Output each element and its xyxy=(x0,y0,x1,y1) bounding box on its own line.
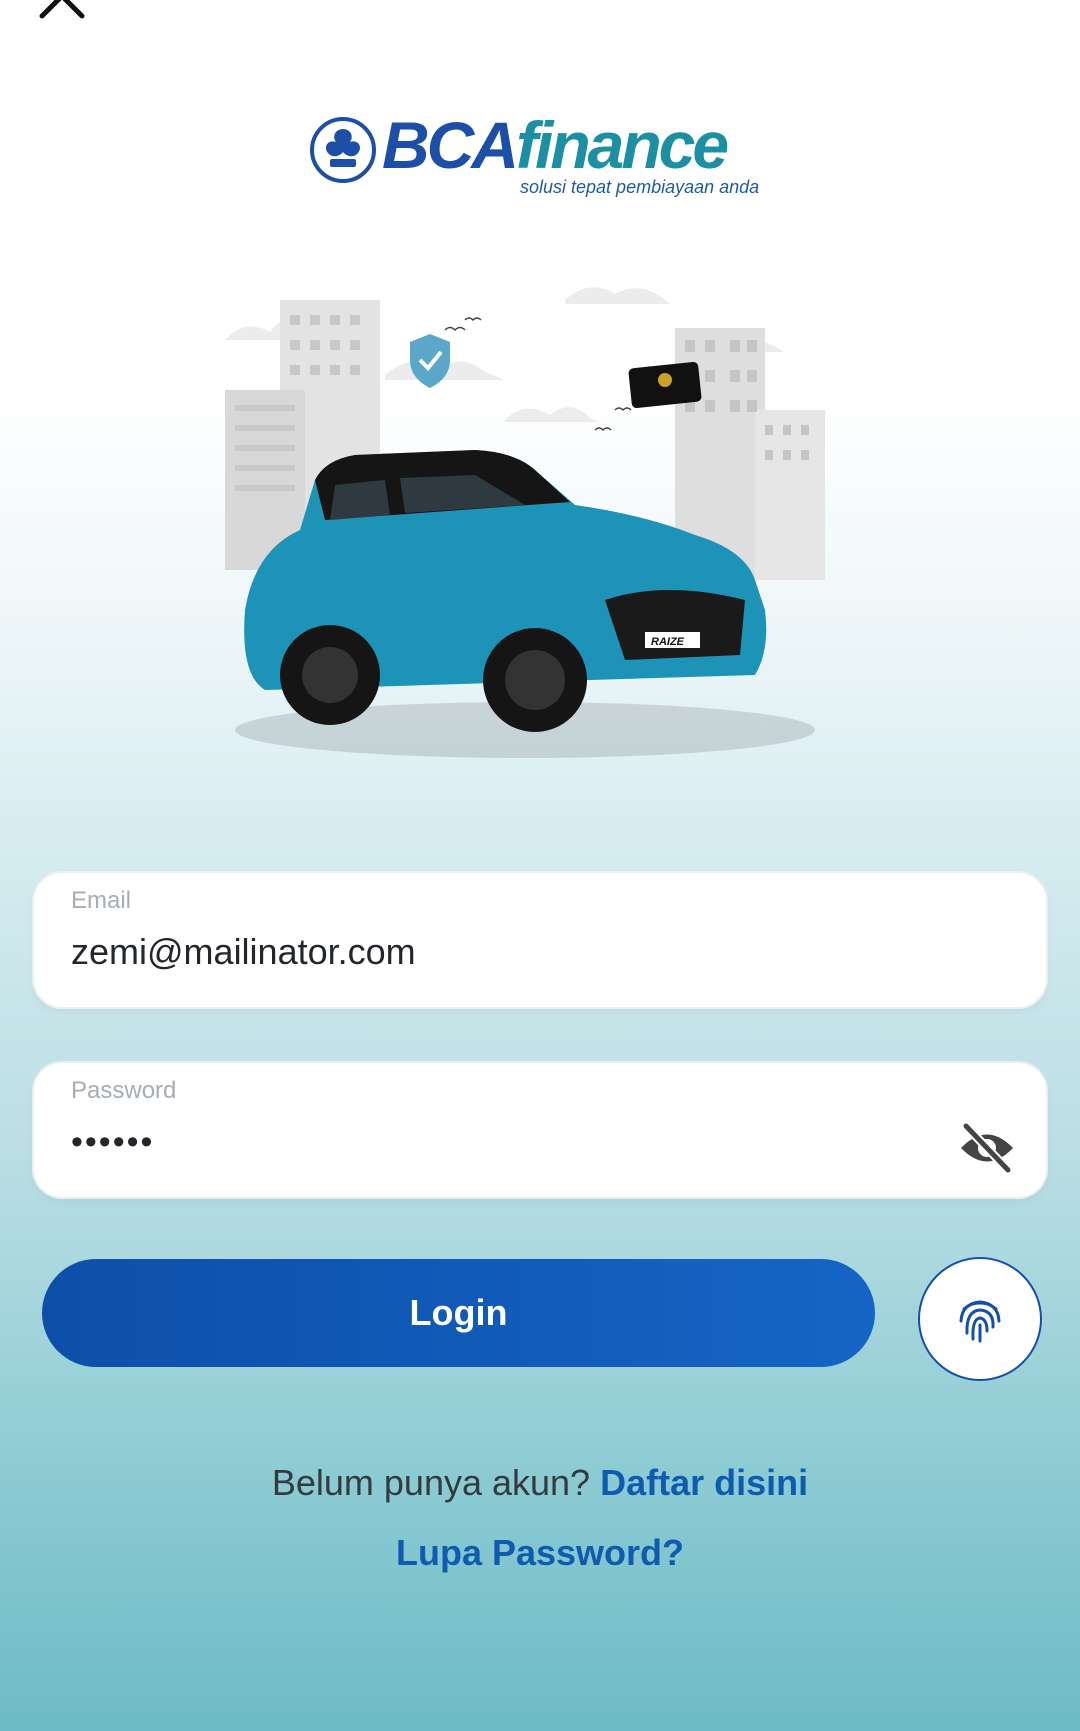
login-button[interactable]: Login xyxy=(42,1259,875,1367)
email-input[interactable] xyxy=(71,931,951,973)
brand-bca: BCA xyxy=(382,108,519,182)
bca-emblem-icon xyxy=(310,117,376,183)
fingerprint-icon xyxy=(959,1300,1001,1343)
brand-finance: finance xyxy=(516,108,729,182)
close-button[interactable] xyxy=(34,0,90,26)
signup-prompt: Belum punya akun? xyxy=(271,1462,591,1503)
license-plate-text: RAIZE xyxy=(651,636,685,648)
password-visibility-toggle[interactable] xyxy=(958,1122,1016,1174)
signup-link[interactable]: Daftar disini xyxy=(600,1462,808,1503)
password-input[interactable]: •••••• xyxy=(71,1123,951,1162)
signup-row: Belum punya akun? Daftar disini xyxy=(0,1462,1080,1504)
brand-wordmark: BCAfinance xyxy=(382,107,729,183)
eye-off-icon xyxy=(961,1122,1013,1174)
close-icon xyxy=(39,0,85,19)
password-field[interactable]: Password •••••• xyxy=(34,1063,1046,1197)
email-field[interactable]: Email xyxy=(34,873,1046,1007)
brand-tagline: solusi tepat pembiayaan anda xyxy=(520,177,760,197)
forgot-row: Lupa Password? xyxy=(0,1532,1080,1574)
password-label: Password xyxy=(71,1077,177,1104)
forgot-password-link[interactable]: Lupa Password? xyxy=(396,1532,684,1573)
brand-logo: BCAfinance solusi tepat pembiayaan anda xyxy=(306,108,776,203)
email-label: Email xyxy=(71,887,132,914)
hero-illustration: RAIZE xyxy=(225,287,825,758)
fingerprint-login-button[interactable] xyxy=(918,1257,1042,1381)
